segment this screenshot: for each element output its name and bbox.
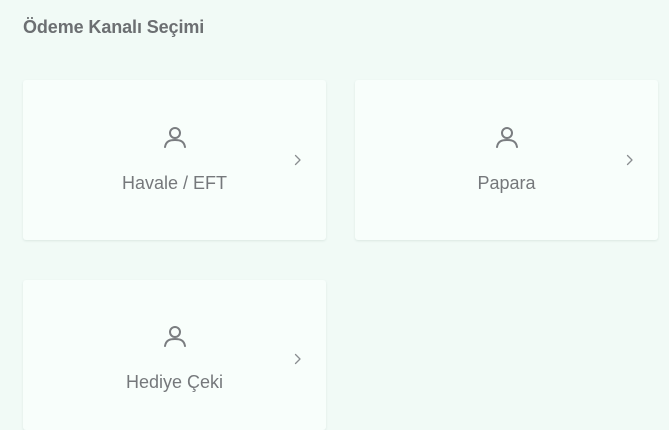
user-icon [163,326,186,347]
payment-card-havale-eft[interactable]: Havale / EFT [23,80,326,240]
payment-card-label: Havale / EFT [121,173,228,193]
payment-card-label: Hediye Çeki [125,372,224,392]
user-icon [495,127,518,148]
chevron-right-icon [626,154,633,166]
payment-card-label: Papara [477,173,536,193]
chevron-right-icon [294,154,301,166]
page-title: Ödeme Kanalı Seçimi [23,17,205,37]
payment-card-papara[interactable]: Papara [355,80,658,240]
payment-card-hediye-ceki[interactable]: Hediye Çeki [23,280,326,430]
chevron-right-icon [294,353,301,365]
user-icon [163,127,186,148]
